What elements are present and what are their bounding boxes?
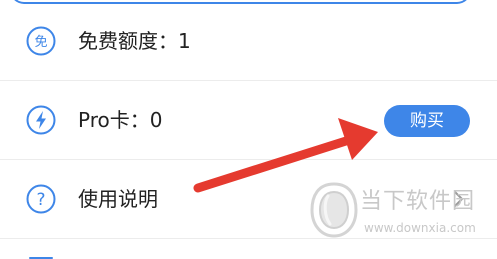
pro-card-label: Pro卡：0 (78, 108, 163, 132)
menu-item-pro-card: Pro卡：0 购买 (0, 81, 497, 160)
lightning-icon (26, 105, 56, 135)
menu-item-free-quota[interactable]: 免 免费额度：1 (0, 2, 497, 81)
watermark: 当下软件园 www.downxia.com (310, 182, 497, 242)
partial-row-graphic (29, 257, 53, 259)
question-glyph: ? (36, 190, 45, 210)
menu-item-partial (0, 240, 497, 259)
free-badge-glyph: 免 (34, 35, 47, 50)
app-page: 免 免费额度：1 Pro卡：0 购买 ? 使用说明 当下软件园 www.down… (0, 0, 497, 259)
instructions-label: 使用说明 (78, 187, 158, 211)
free-badge-icon: 免 (26, 26, 56, 56)
watermark-url: www.downxia.com (364, 221, 476, 235)
buy-button[interactable]: 购买 (384, 105, 470, 137)
downxia-logo-icon (310, 182, 358, 238)
free-quota-label: 免费额度：1 (78, 29, 191, 53)
question-icon: ? (26, 184, 56, 214)
watermark-title: 当下软件园 (360, 189, 476, 214)
